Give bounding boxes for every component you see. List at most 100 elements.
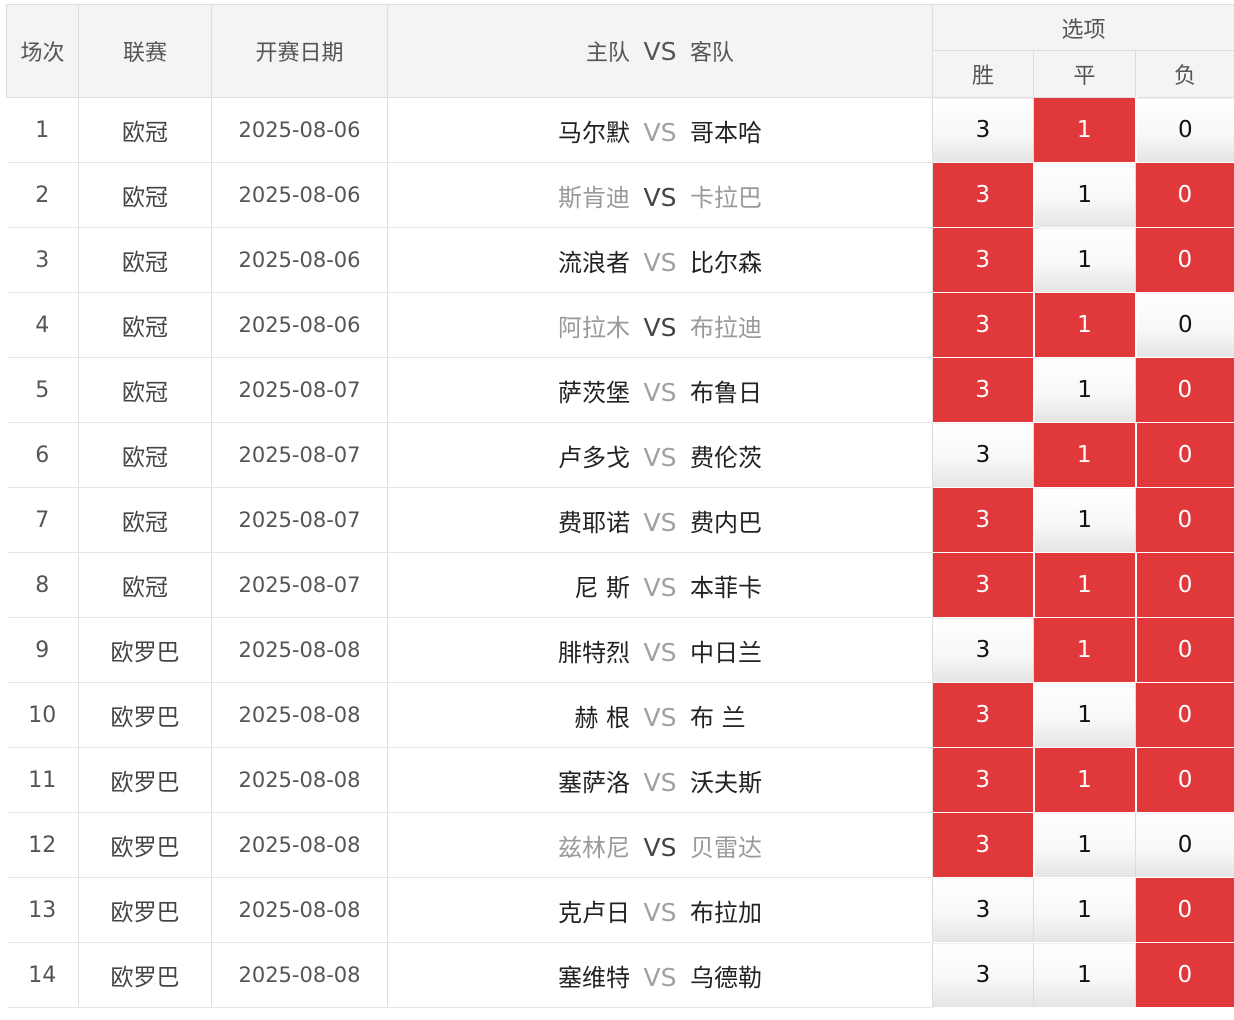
match-teams: 萨茨堡 VS 布鲁日: [387, 357, 933, 423]
option-loss-button[interactable]: 0: [1134, 747, 1234, 813]
option-win-button[interactable]: 3: [932, 682, 1035, 748]
match-index: 5: [6, 357, 79, 423]
table-row: 13 欧罗巴 2025-08-08 克卢日 VS 布拉加 3 1 0: [6, 877, 1234, 943]
table-row: 1 欧冠 2025-08-06 马尔默 VS 哥本哈 3 1 0: [6, 97, 1234, 163]
option-win-button[interactable]: 3: [932, 812, 1035, 878]
option-draw-button[interactable]: 1: [1033, 162, 1136, 228]
option-loss-button[interactable]: 0: [1134, 97, 1234, 163]
match-index: 13: [6, 877, 79, 943]
home-team: 卢多戈: [558, 443, 630, 472]
home-team: 阿拉木: [558, 313, 630, 342]
table-row: 9 欧罗巴 2025-08-08 腓特烈 VS 中日兰 3 1 0: [6, 617, 1234, 683]
option-win-button[interactable]: 3: [932, 357, 1035, 423]
option-draw-button[interactable]: 1: [1033, 812, 1136, 878]
option-draw-button[interactable]: 1: [1033, 877, 1136, 943]
home-team: 尼 斯: [574, 573, 630, 602]
option-draw-button[interactable]: 1: [1033, 422, 1137, 488]
table-row: 8 欧冠 2025-08-07 尼 斯 VS 本菲卡 3 1 0: [6, 552, 1234, 618]
vs-label: VS: [643, 182, 677, 212]
option-draw-button[interactable]: 1: [1033, 97, 1137, 163]
option-loss-button[interactable]: 0: [1134, 617, 1234, 683]
option-draw-button[interactable]: 1: [1033, 747, 1137, 813]
option-loss-button[interactable]: 0: [1134, 877, 1234, 943]
match-date: 2025-08-07: [211, 487, 388, 553]
match-teams: 赫 根 VS 布 兰: [387, 682, 933, 748]
option-draw-button[interactable]: 1: [1033, 357, 1136, 423]
home-team: 克卢日: [558, 898, 630, 927]
away-team: 布 兰: [690, 703, 746, 732]
option-loss-button[interactable]: 0: [1134, 812, 1234, 878]
table-row: 14 欧罗巴 2025-08-08 塞维特 VS 乌德勒 3 1 0: [6, 942, 1234, 1008]
league-name: 欧罗巴: [78, 942, 212, 1008]
match-index: 14: [6, 942, 79, 1008]
table-row: 5 欧冠 2025-08-07 萨茨堡 VS 布鲁日 3 1 0: [6, 357, 1234, 423]
match-teams: 塞维特 VS 乌德勒: [387, 942, 933, 1008]
header-draw: 平: [1033, 50, 1136, 98]
option-loss-button[interactable]: 0: [1134, 162, 1234, 228]
league-name: 欧罗巴: [78, 877, 212, 943]
option-win-button[interactable]: 3: [932, 487, 1035, 553]
match-date: 2025-08-07: [211, 422, 388, 488]
header-options: 选项: [931, 4, 1234, 51]
option-draw-button[interactable]: 1: [1033, 552, 1137, 618]
vs-label: VS: [643, 507, 677, 537]
match-index: 4: [6, 292, 79, 358]
match-date: 2025-08-08: [211, 812, 388, 878]
away-team: 贝雷达: [690, 833, 762, 862]
option-draw-button[interactable]: 1: [1033, 617, 1137, 683]
option-loss-button[interactable]: 0: [1134, 682, 1234, 748]
vs-label: VS: [643, 897, 677, 927]
home-team: 兹林尼: [558, 833, 630, 862]
option-win-button[interactable]: 3: [932, 162, 1035, 228]
option-loss-button[interactable]: 0: [1134, 487, 1234, 553]
match-teams: 斯肯迪 VS 卡拉巴: [387, 162, 933, 228]
home-team: 费耶诺: [558, 508, 630, 537]
match-date: 2025-08-06: [211, 292, 388, 358]
league-name: 欧冠: [78, 357, 212, 423]
option-draw-button[interactable]: 1: [1033, 487, 1136, 553]
schedule-panel: 场次 联赛 开赛日期 主队 VS 客队 选项 胜 平 负 1 欧冠 2025-08-06…: [6, 4, 1234, 1008]
match-index: 7: [6, 487, 79, 553]
away-team: 费内巴: [690, 508, 762, 537]
away-team: 乌德勒: [690, 963, 762, 992]
league-name: 欧冠: [78, 227, 212, 293]
option-win-button[interactable]: 3: [932, 747, 1035, 813]
option-loss-button[interactable]: 0: [1134, 942, 1234, 1008]
option-win-button[interactable]: 3: [932, 877, 1034, 943]
header-vs: VS: [643, 37, 677, 66]
option-draw-button[interactable]: 1: [1033, 942, 1136, 1008]
home-team: 塞维特: [558, 963, 630, 992]
match-teams: 塞萨洛 VS 沃夫斯: [387, 747, 933, 813]
option-loss-button[interactable]: 0: [1134, 292, 1234, 358]
match-index: 3: [6, 227, 79, 293]
match-date: 2025-08-07: [211, 552, 388, 618]
match-teams: 兹林尼 VS 贝雷达: [387, 812, 933, 878]
option-win-button[interactable]: 3: [932, 617, 1034, 683]
option-win-button[interactable]: 3: [932, 97, 1034, 163]
table-row: 3 欧冠 2025-08-06 流浪者 VS 比尔森 3 1 0: [6, 227, 1234, 293]
option-draw-button[interactable]: 1: [1033, 227, 1136, 293]
option-win-button[interactable]: 3: [932, 422, 1034, 488]
away-team: 本菲卡: [690, 573, 762, 602]
option-loss-button[interactable]: 0: [1134, 552, 1234, 618]
match-teams: 马尔默 VS 哥本哈: [387, 97, 933, 163]
table-row: 4 欧冠 2025-08-06 阿拉木 VS 布拉迪 3 1 0: [6, 292, 1234, 358]
option-win-button[interactable]: 3: [932, 552, 1035, 618]
option-win-button[interactable]: 3: [932, 292, 1035, 358]
away-team: 布鲁日: [690, 378, 762, 407]
option-win-button[interactable]: 3: [932, 227, 1035, 293]
vs-label: VS: [643, 312, 677, 342]
option-win-button[interactable]: 3: [932, 942, 1034, 1008]
option-loss-button[interactable]: 0: [1134, 357, 1234, 423]
league-name: 欧冠: [78, 422, 212, 488]
table-row: 12 欧罗巴 2025-08-08 兹林尼 VS 贝雷达 3 1 0: [6, 812, 1234, 878]
option-loss-button[interactable]: 0: [1134, 227, 1234, 293]
option-draw-button[interactable]: 1: [1033, 292, 1137, 358]
league-name: 欧冠: [78, 162, 212, 228]
option-loss-button[interactable]: 0: [1134, 422, 1234, 488]
vs-label: VS: [643, 832, 677, 862]
match-date: 2025-08-06: [211, 227, 388, 293]
option-draw-button[interactable]: 1: [1033, 682, 1136, 748]
league-name: 欧冠: [78, 292, 212, 358]
league-name: 欧罗巴: [78, 812, 212, 878]
